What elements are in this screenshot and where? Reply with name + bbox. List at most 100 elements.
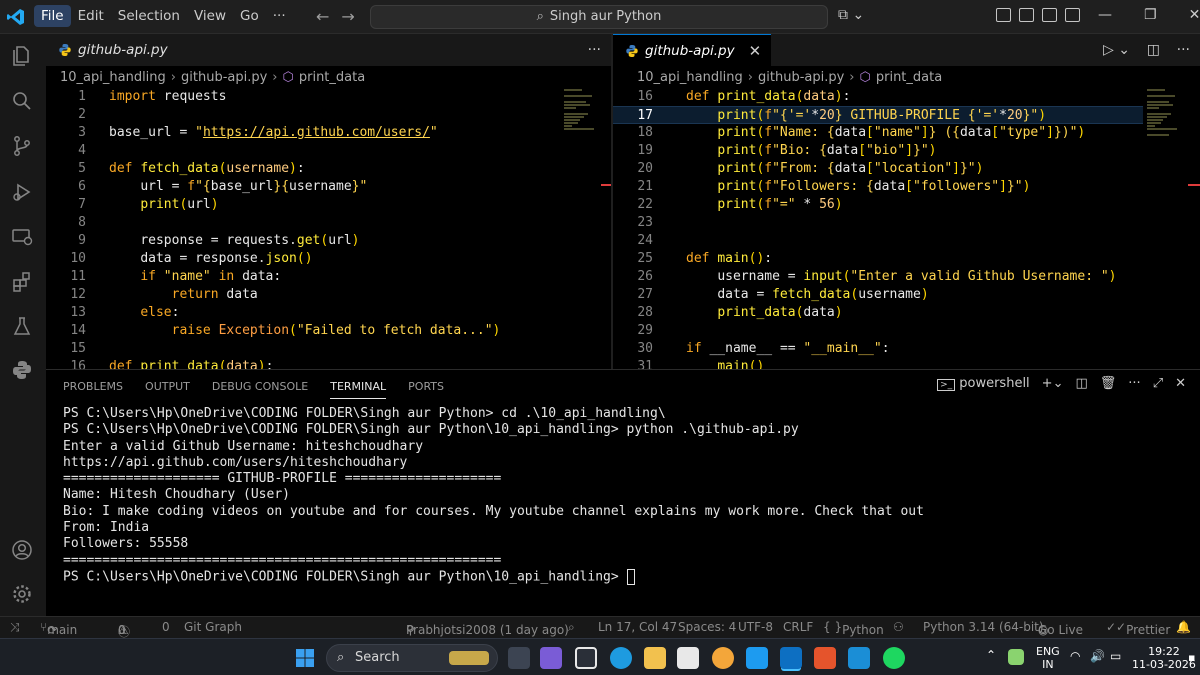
weather-app-icon[interactable]: [712, 647, 734, 669]
file-explorer-icon[interactable]: [644, 647, 666, 669]
manage-gear-icon[interactable]: [10, 582, 34, 606]
customize-layout-icon[interactable]: [1065, 8, 1080, 22]
minimize-icon[interactable]: —: [1098, 7, 1112, 23]
tab-github-api-left[interactable]: github-api.py: [46, 34, 178, 66]
task-view-icon[interactable]: [508, 647, 530, 669]
toggle-secondary-sidebar-icon[interactable]: [1042, 8, 1057, 22]
more-actions-icon[interactable]: ···: [588, 42, 601, 58]
wifi-icon[interactable]: ◠: [1070, 650, 1080, 663]
copilot-icon[interactable]: ⧉ ⌄: [838, 7, 864, 23]
more-actions-icon[interactable]: ···: [1177, 42, 1190, 58]
editor-group-right: github-api.py ✕ ▷ ⌄ ◫ ··· 10_api_handlin…: [613, 34, 1200, 369]
python-env-icon[interactable]: ⚇: [893, 620, 904, 634]
toggle-primary-sidebar-icon[interactable]: [996, 8, 1011, 22]
taskbar-search[interactable]: ⌕ Search: [326, 644, 498, 672]
breadcrumb-symbol[interactable]: print_data: [299, 70, 365, 85]
terminal-prompt-line: PS C:\Users\Hp\OneDrive\CODING FOLDER\Si…: [63, 568, 924, 585]
ports-status[interactable]: 0: [162, 620, 170, 634]
calculator-app-icon[interactable]: [848, 647, 870, 669]
zoom-icon[interactable]: ⌕: [568, 620, 575, 635]
menu-go[interactable]: Go: [233, 5, 266, 27]
breadcrumb-file[interactable]: github-api.py: [758, 70, 844, 85]
editor-tabbar-right: github-api.py ✕ ▷ ⌄ ◫ ···: [613, 34, 1200, 66]
menu-edit[interactable]: Edit: [71, 5, 111, 27]
windows-start-icon[interactable]: [294, 647, 316, 669]
tray-app-icon[interactable]: [1008, 649, 1024, 665]
menu-file[interactable]: File: [34, 5, 71, 27]
back-arrow-icon[interactable]: ←: [316, 7, 341, 26]
new-terminal-icon[interactable]: +⌄: [1042, 376, 1064, 391]
brave-browser-icon[interactable]: [814, 647, 836, 669]
twitter-app-icon[interactable]: [746, 647, 768, 669]
menu-view[interactable]: View: [187, 5, 233, 27]
indentation-status[interactable]: Spaces: 4: [678, 620, 736, 634]
code-area-right[interactable]: 16 def print_data(data): 17 print(f"{'='*…: [613, 88, 1200, 369]
clock[interactable]: 19:22 11-03-2026: [1132, 645, 1196, 671]
toggle-panel-icon[interactable]: [1019, 8, 1034, 22]
close-panel-icon[interactable]: ✕: [1175, 376, 1186, 391]
terminal-shell-selector[interactable]: >_ powershell: [937, 376, 1030, 391]
spotify-icon[interactable]: [883, 647, 905, 669]
source-control-icon[interactable]: [10, 134, 34, 158]
cursor-position[interactable]: Ln 17, Col 47: [598, 620, 677, 634]
tray-overflow-chevron-icon[interactable]: ⌃: [986, 649, 996, 662]
battery-icon[interactable]: ▭: [1110, 650, 1121, 663]
split-editor-icon[interactable]: ◫: [1147, 42, 1160, 58]
notifications-bell-icon[interactable]: 🔔: [1176, 620, 1191, 634]
camera-app-icon[interactable]: [575, 647, 597, 669]
encoding-status[interactable]: UTF-8: [738, 620, 773, 634]
tab-ports[interactable]: PORTS: [408, 380, 444, 393]
eol-status[interactable]: CRLF: [783, 620, 813, 634]
interpreter-status[interactable]: Python 3.14 (64-bit): [923, 620, 1044, 634]
remote-explorer-icon[interactable]: [10, 225, 34, 249]
menu-more[interactable]: ···: [266, 5, 293, 27]
search-view-icon[interactable]: [10, 89, 34, 113]
remote-indicator-icon[interactable]: ⤨: [10, 620, 20, 635]
terminal-line: ========================================…: [63, 552, 502, 568]
close-tab-icon[interactable]: ✕: [749, 42, 762, 60]
minimap-left[interactable]: [564, 88, 611, 369]
minimap-right[interactable]: [1147, 88, 1197, 369]
explorer-icon[interactable]: [10, 44, 34, 68]
language-mode[interactable]: { } Python: [823, 620, 884, 637]
terminal-output[interactable]: PS C:\Users\Hp\OneDrive\CODING FOLDER\Si…: [63, 406, 924, 585]
panel-more-icon[interactable]: ···: [1128, 376, 1140, 391]
volume-icon[interactable]: 🔊: [1090, 650, 1105, 663]
breadcrumb-file[interactable]: github-api.py: [181, 70, 267, 85]
microsoft-store-icon[interactable]: [677, 647, 699, 669]
copilot-app-icon[interactable]: [540, 647, 562, 669]
accounts-icon[interactable]: [10, 538, 34, 562]
tab-github-api-right[interactable]: github-api.py ✕: [613, 34, 772, 66]
prettier-status[interactable]: ✓✓ Prettier: [1106, 620, 1170, 637]
vscode-taskbar-icon[interactable]: [780, 647, 802, 669]
command-center-search[interactable]: ⌕ Singh aur Python: [370, 5, 828, 29]
tab-terminal[interactable]: TERMINAL: [330, 380, 387, 399]
breadcrumb-folder[interactable]: 10_api_handling: [60, 70, 166, 85]
tab-debug-console[interactable]: DEBUG CONSOLE: [212, 380, 308, 393]
close-window-icon[interactable]: ✕: [1189, 7, 1200, 23]
run-file-icon[interactable]: ▷ ⌄: [1103, 42, 1130, 58]
code-line: raise Exception("Failed to fetch data...…: [171, 323, 501, 338]
bottom-panel: PROBLEMS OUTPUT DEBUG CONSOLE TERMINAL P…: [46, 369, 1200, 616]
menu-selection[interactable]: Selection: [111, 5, 187, 27]
run-debug-icon[interactable]: [10, 180, 34, 204]
edge-browser-icon[interactable]: [610, 647, 632, 669]
restore-icon[interactable]: ❐: [1144, 7, 1157, 23]
kill-terminal-trash-icon[interactable]: 🗑: [1100, 376, 1117, 391]
code-area-left[interactable]: 1 import requests 2 3 base_url = "https://…: [46, 88, 611, 369]
terminal-actions: >_ powershell +⌄ ◫ 🗑 ··· ⤢ ✕: [937, 376, 1186, 391]
tab-problems[interactable]: PROBLEMS: [63, 380, 123, 393]
forward-arrow-icon[interactable]: →: [341, 7, 366, 26]
notification-center-icon[interactable]: ▪: [1188, 651, 1195, 664]
extensions-icon[interactable]: [10, 270, 34, 294]
branch-status[interactable]: ⑂ main ⟳: [40, 620, 77, 637]
split-terminal-icon[interactable]: ◫: [1075, 376, 1087, 391]
breadcrumb-folder[interactable]: 10_api_handling: [637, 70, 743, 85]
breadcrumb-symbol[interactable]: print_data: [876, 70, 942, 85]
language-indicator[interactable]: ENG IN: [1036, 645, 1060, 671]
tab-output[interactable]: OUTPUT: [145, 380, 190, 393]
maximize-panel-icon[interactable]: ⤢: [1153, 376, 1163, 391]
testing-icon[interactable]: [10, 315, 34, 339]
git-graph-status[interactable]: Git Graph: [184, 620, 242, 634]
python-icon[interactable]: [10, 358, 34, 382]
